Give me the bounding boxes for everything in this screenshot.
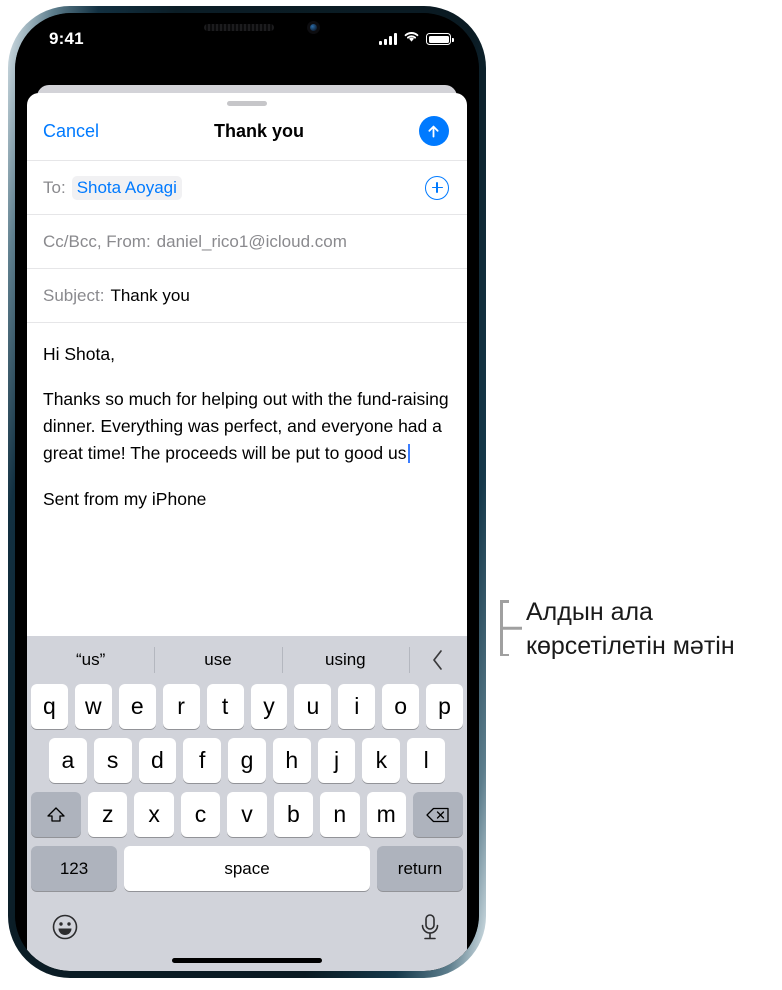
backspace-key[interactable] (413, 792, 463, 837)
iphone-device-frame: 9:41 Cancel Thank you To: Shota Aoyagi C… (8, 6, 486, 978)
shift-arrow-up-icon (47, 806, 65, 822)
key-l[interactable]: l (407, 738, 446, 783)
notch (152, 13, 342, 43)
key-p[interactable]: p (426, 684, 464, 729)
to-label: To: (43, 177, 66, 197)
key-w[interactable]: w (74, 684, 112, 729)
key-q[interactable]: q (30, 684, 68, 729)
prediction-candidate-1[interactable]: “us” (27, 636, 154, 684)
body-paragraph-main: Thanks so much for helping out with the … (43, 386, 449, 467)
key-r[interactable]: r (162, 684, 200, 729)
body-paragraph-signature: Sent from my iPhone (43, 488, 207, 509)
iphone-screen: 9:41 Cancel Thank you To: Shota Aoyagi C… (15, 13, 479, 971)
shift-key[interactable] (31, 792, 81, 837)
space-key[interactable]: space (124, 846, 370, 891)
prediction-candidate-3[interactable]: using (281, 636, 409, 684)
from-address: daniel_rico1@icloud.com (156, 231, 347, 251)
key-c[interactable]: c (180, 792, 221, 837)
key-u[interactable]: u (294, 684, 332, 729)
callout-bracket-icon (500, 600, 522, 656)
keyboard-row-4: 123 space return (27, 846, 467, 900)
callout-label: Алдын ала көрсетілетін мәтін (526, 598, 735, 660)
recipient-chip[interactable]: Shota Aoyagi (71, 175, 182, 200)
key-i[interactable]: i (338, 684, 376, 729)
key-n[interactable]: n (320, 792, 360, 837)
key-t[interactable]: t (206, 684, 244, 729)
key-b[interactable]: b (273, 792, 314, 837)
compose-nav-bar: Cancel Thank you (27, 106, 467, 160)
screenshot-canvas: 9:41 Cancel Thank you To: Shota Aoyagi C… (0, 0, 782, 990)
key-v[interactable]: v (227, 792, 267, 837)
subject-row[interactable]: Subject: Thank you (27, 268, 467, 322)
key-m[interactable]: m (366, 792, 406, 837)
return-key[interactable]: return (377, 846, 463, 891)
page-title: Thank you (214, 120, 305, 141)
microphone-icon[interactable] (417, 912, 443, 947)
compose-sheet: Cancel Thank you To: Shota Aoyagi Cc/Bcc… (27, 93, 467, 971)
plus-circle-icon[interactable] (425, 175, 449, 200)
callout-annotation: Алдын ала көрсетілетін мәтін (500, 596, 772, 664)
key-y[interactable]: y (250, 684, 288, 729)
subject-label: Subject: (43, 285, 105, 305)
front-camera-icon (307, 21, 320, 34)
prediction-candidate-2[interactable]: use (154, 636, 281, 684)
body-text: Thanks so much for helping out with the … (43, 389, 449, 464)
home-indicator[interactable] (172, 958, 322, 963)
body-paragraph-greeting: Hi Shota, (43, 344, 115, 364)
cancel-button[interactable]: Cancel (43, 121, 99, 142)
emoji-smiley-icon[interactable] (51, 913, 79, 946)
onscreen-keyboard: “us” use using qwertyuiop asdfghjkl z x … (27, 636, 467, 971)
earpiece-speaker-icon (204, 24, 274, 31)
key-e[interactable]: e (118, 684, 156, 729)
chevron-left-icon[interactable] (408, 636, 467, 684)
key-h[interactable]: h (272, 738, 311, 783)
cellular-signal-icon (379, 33, 397, 45)
keyboard-row-3: zxcvbnm (27, 792, 467, 846)
status-indicators (379, 30, 454, 48)
status-clock: 9:41 (49, 29, 84, 48)
key-s[interactable]: s (93, 738, 132, 783)
backspace-delete-icon (426, 807, 449, 822)
message-body-editor[interactable]: Hi Shota, Thanks so much for helping out… (27, 322, 467, 636)
keyboard-bottom-bar (27, 900, 467, 954)
key-k[interactable]: k (362, 738, 401, 783)
battery-full-icon (426, 33, 454, 45)
text-cursor (407, 444, 410, 464)
keyboard-row-1: qwertyuiop (27, 684, 467, 738)
predictive-text-bar: “us” use using (27, 636, 467, 684)
cc-bcc-from-row[interactable]: Cc/Bcc, From: daniel_rico1@icloud.com (27, 214, 467, 268)
key-o[interactable]: o (382, 684, 420, 729)
key-f[interactable]: f (183, 738, 222, 783)
key-d[interactable]: d (138, 738, 177, 783)
subject-value[interactable]: Thank you (110, 286, 189, 306)
key-j[interactable]: j (317, 738, 356, 783)
keyboard-row-2: asdfghjkl (27, 738, 467, 792)
iphone-bezel: 9:41 Cancel Thank you To: Shota Aoyagi C… (15, 13, 479, 971)
key-a[interactable]: a (48, 738, 87, 783)
key-z[interactable]: z (88, 792, 128, 837)
key-x[interactable]: x (134, 792, 174, 837)
wifi-icon (403, 30, 420, 48)
numbers-key[interactable]: 123 (31, 846, 117, 891)
key-g[interactable]: g (228, 738, 266, 783)
cc-bcc-from-label: Cc/Bcc, From: (43, 231, 151, 251)
send-arrow-up-icon (428, 125, 439, 137)
to-field-row[interactable]: To: Shota Aoyagi (27, 160, 467, 214)
send-button[interactable] (418, 116, 449, 146)
